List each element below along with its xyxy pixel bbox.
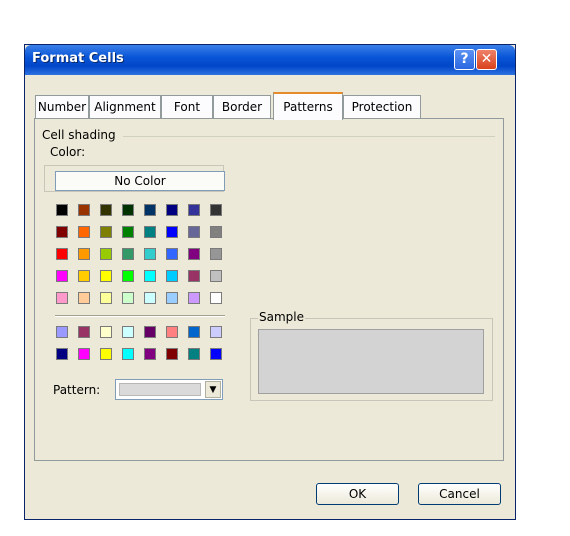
color-swatch[interactable]	[100, 226, 112, 238]
color-swatch[interactable]	[188, 226, 200, 238]
color-swatch[interactable]	[56, 226, 68, 238]
tab-alignment[interactable]: Alignment	[89, 95, 161, 118]
pattern-preview	[119, 383, 201, 396]
color-swatch[interactable]	[100, 204, 112, 216]
color-swatch[interactable]	[166, 270, 178, 282]
tab-font[interactable]: Font	[161, 95, 213, 118]
color-swatch[interactable]	[122, 204, 134, 216]
color-swatch[interactable]	[122, 248, 134, 260]
color-swatch[interactable]	[188, 348, 200, 360]
tab-patterns[interactable]: Patterns	[273, 92, 343, 120]
no-color-button[interactable]: No Color	[55, 171, 225, 191]
color-swatch[interactable]	[122, 292, 134, 304]
color-swatch[interactable]	[78, 326, 90, 338]
tab-border[interactable]: Border	[213, 95, 271, 118]
cancel-button[interactable]: Cancel	[418, 483, 501, 505]
title-bar[interactable]: Format Cells ? ✕	[25, 45, 515, 75]
color-label: Color:	[50, 145, 86, 159]
help-icon[interactable]: ?	[454, 49, 475, 70]
sample-preview	[258, 329, 484, 394]
color-swatch[interactable]	[100, 248, 112, 260]
color-swatch[interactable]	[188, 248, 200, 260]
dialog-title: Format Cells	[32, 51, 124, 66]
color-swatch[interactable]	[188, 204, 200, 216]
color-swatch[interactable]	[78, 226, 90, 238]
color-swatch[interactable]	[78, 204, 90, 216]
pattern-label: Pattern:	[53, 383, 101, 397]
color-swatch[interactable]	[122, 326, 134, 338]
color-swatch[interactable]	[78, 348, 90, 360]
color-swatch[interactable]	[100, 270, 112, 282]
color-swatch[interactable]	[144, 270, 156, 282]
color-swatch[interactable]	[78, 292, 90, 304]
color-swatch[interactable]	[144, 326, 156, 338]
color-swatch[interactable]	[144, 348, 156, 360]
color-swatch[interactable]	[144, 226, 156, 238]
cell-shading-label: Cell shading	[42, 128, 116, 142]
color-swatch[interactable]	[100, 292, 112, 304]
color-swatch[interactable]	[188, 292, 200, 304]
color-swatch[interactable]	[210, 348, 222, 360]
color-swatch[interactable]	[56, 292, 68, 304]
color-swatch[interactable]	[122, 226, 134, 238]
color-swatch[interactable]	[100, 326, 112, 338]
ok-button[interactable]: OK	[316, 483, 399, 505]
color-swatch[interactable]	[188, 270, 200, 282]
close-icon[interactable]: ✕	[476, 49, 497, 70]
color-swatch[interactable]	[122, 348, 134, 360]
color-swatch[interactable]	[144, 248, 156, 260]
color-swatch[interactable]	[122, 270, 134, 282]
color-swatch[interactable]	[166, 348, 178, 360]
color-swatch[interactable]	[210, 326, 222, 338]
color-swatch[interactable]	[56, 326, 68, 338]
pattern-dropdown[interactable]: ▼	[115, 379, 223, 400]
color-swatch[interactable]	[166, 248, 178, 260]
color-swatch[interactable]	[166, 226, 178, 238]
color-swatch[interactable]	[166, 326, 178, 338]
color-swatch[interactable]	[56, 248, 68, 260]
color-swatch[interactable]	[210, 292, 222, 304]
color-swatch[interactable]	[56, 348, 68, 360]
color-swatch[interactable]	[56, 270, 68, 282]
sample-label: Sample	[258, 310, 305, 324]
color-swatch[interactable]	[166, 204, 178, 216]
color-swatch[interactable]	[210, 204, 222, 216]
color-swatch[interactable]	[56, 204, 68, 216]
color-swatch[interactable]	[166, 292, 178, 304]
color-swatch[interactable]	[188, 326, 200, 338]
color-swatch[interactable]	[144, 292, 156, 304]
color-swatch[interactable]	[144, 204, 156, 216]
color-swatch[interactable]	[210, 248, 222, 260]
color-swatch[interactable]	[100, 348, 112, 360]
tab-protection[interactable]: Protection	[343, 95, 421, 118]
cell-shading-divider	[123, 136, 495, 137]
color-swatch[interactable]	[210, 226, 222, 238]
color-swatch[interactable]	[210, 270, 222, 282]
tab-number[interactable]: Number	[35, 95, 89, 118]
format-cells-dialog: Format Cells ? ✕ Number Alignment Font B…	[24, 44, 516, 520]
color-swatch[interactable]	[78, 248, 90, 260]
palette-separator	[55, 315, 225, 317]
chevron-down-icon[interactable]: ▼	[205, 381, 221, 398]
color-swatch[interactable]	[78, 270, 90, 282]
